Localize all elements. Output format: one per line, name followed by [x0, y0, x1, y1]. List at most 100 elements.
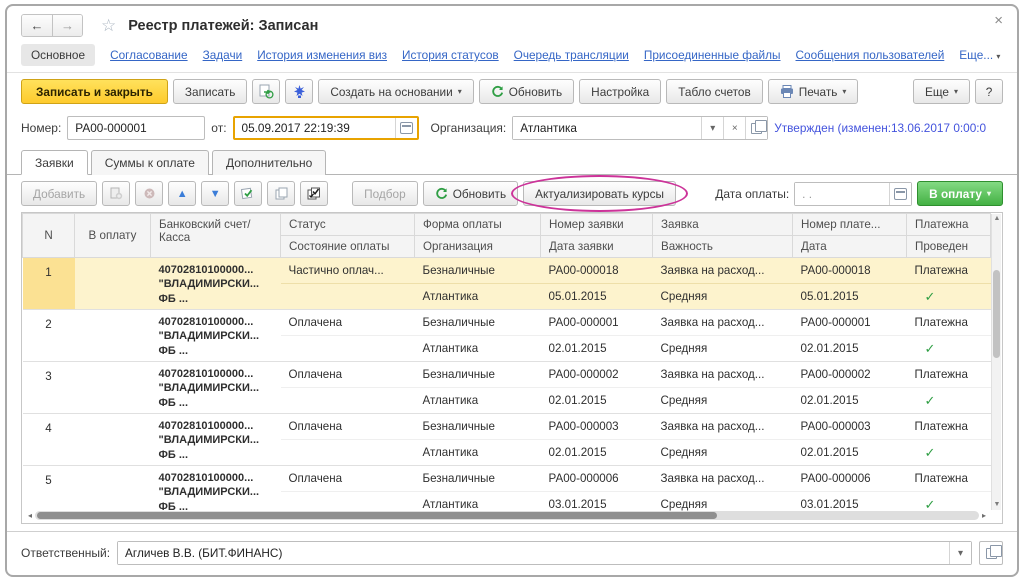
move-down-button[interactable]: ▼	[201, 181, 229, 206]
cell-to-payment[interactable]	[75, 362, 151, 414]
nav-item-main[interactable]: Основное	[21, 44, 95, 66]
cell-request-number[interactable]: РА00-000002	[541, 362, 653, 388]
cell-payment-date[interactable]: 02.01.2015	[793, 388, 907, 414]
responsible-input[interactable]	[118, 542, 949, 564]
scroll-left-icon[interactable]: ◂	[28, 511, 32, 520]
cell-bank-account[interactable]: 40702810100000..."ВЛАДИМИРСКИ...ФБ ...	[151, 310, 281, 362]
approved-status-link[interactable]: Утвержден (изменен:13.06.2017 0:00:0	[774, 121, 1003, 135]
cell-request[interactable]: Заявка на расход...	[653, 414, 793, 440]
grid-refresh-button[interactable]: Обновить	[423, 181, 518, 206]
table-row[interactable]: 340702810100000..."ВЛАДИМИРСКИ...ФБ ...О…	[23, 362, 991, 388]
cell-to-payment[interactable]	[75, 310, 151, 362]
cell-request[interactable]: Заявка на расход...	[653, 258, 793, 284]
cell-payment-state[interactable]	[281, 284, 415, 310]
insert-row-button[interactable]	[102, 181, 130, 206]
highlight-button[interactable]	[285, 79, 313, 104]
save-button[interactable]: Записать	[173, 79, 247, 104]
cell-bank-account[interactable]: 40702810100000..."ВЛАДИМИРСКИ...ФБ ...	[151, 258, 281, 310]
cell-payment-doc[interactable]: Платежна	[907, 258, 991, 284]
update-rates-button[interactable]: Актуализировать курсы	[523, 181, 676, 206]
forward-button[interactable]: →	[52, 15, 82, 36]
cell-status[interactable]: Частично оплач...	[281, 258, 415, 284]
cell-organization[interactable]: Атлантика	[415, 336, 541, 362]
print-button[interactable]: Печать▾	[768, 79, 859, 104]
cell-payment-state[interactable]	[281, 440, 415, 466]
organization-input[interactable]	[513, 117, 701, 139]
close-icon[interactable]: ×	[994, 12, 1003, 29]
column-subheader[interactable]: Состояние оплаты	[281, 236, 415, 258]
cell-payment-form[interactable]: Безналичные	[415, 466, 541, 492]
responsible-open-button[interactable]	[979, 541, 1003, 565]
vertical-scrollbar[interactable]: ▲ ▼	[991, 214, 1001, 510]
cell-request[interactable]: Заявка на расход...	[653, 466, 793, 492]
cell-organization[interactable]: Атлантика	[415, 388, 541, 414]
cell-row-number[interactable]: 1	[23, 258, 75, 310]
favorite-star-icon[interactable]: ☆	[101, 16, 116, 36]
cell-importance[interactable]: Средняя	[653, 284, 793, 310]
create-based-on-button[interactable]: Создать на основании▾	[318, 79, 473, 104]
column-header[interactable]: Номер заявки	[541, 214, 653, 236]
toggle-flags-button[interactable]	[300, 181, 328, 206]
horizontal-scrollbar[interactable]: ◂ ▸	[28, 510, 986, 521]
scroll-up-icon[interactable]: ▲	[992, 214, 1002, 224]
nav-link[interactable]: Сообщения пользователей	[796, 48, 945, 62]
to-payment-button[interactable]: В оплату▾	[917, 181, 1003, 206]
column-header[interactable]: N	[23, 214, 75, 258]
cell-status[interactable]: Оплачена	[281, 466, 415, 492]
table-row[interactable]: 140702810100000..."ВЛАДИМИРСКИ...ФБ ...Ч…	[23, 258, 991, 284]
cell-organization[interactable]: Атлантика	[415, 284, 541, 310]
table-row[interactable]: 240702810100000..."ВЛАДИМИРСКИ...ФБ ...О…	[23, 310, 991, 336]
tab-inactive[interactable]: Суммы к оплате	[91, 150, 209, 175]
pick-button[interactable]: Подбор	[352, 181, 418, 206]
cell-payment-form[interactable]: Безналичные	[415, 258, 541, 284]
cell-payment-date[interactable]: 05.01.2015	[793, 284, 907, 310]
table-row[interactable]: 540702810100000..."ВЛАДИМИРСКИ...ФБ ...О…	[23, 466, 991, 492]
column-header[interactable]: Статус	[281, 214, 415, 236]
cell-row-number[interactable]: 2	[23, 310, 75, 362]
column-header[interactable]: Форма оплаты	[415, 214, 541, 236]
delete-row-button[interactable]	[135, 181, 163, 206]
horizontal-scrollbar-track[interactable]	[35, 511, 979, 520]
cell-payment-number[interactable]: РА00-000002	[793, 362, 907, 388]
calendar-button[interactable]	[395, 118, 417, 138]
post-document-button[interactable]	[252, 79, 280, 104]
cell-payment-date[interactable]: 02.01.2015	[793, 336, 907, 362]
nav-more-button[interactable]: Еще... ▾	[959, 48, 1000, 62]
cell-organization[interactable]: Атлантика	[415, 440, 541, 466]
more-button[interactable]: Еще▾	[913, 79, 970, 104]
pay-date-calendar-button[interactable]	[889, 183, 911, 205]
cell-payment-number[interactable]: РА00-000006	[793, 466, 907, 492]
column-header[interactable]: Банковский счет/ Касса	[151, 214, 281, 258]
cell-payment-doc[interactable]: Платежна	[907, 414, 991, 440]
accounts-board-button[interactable]: Табло счетов	[666, 79, 763, 104]
cell-importance[interactable]: Средняя	[653, 440, 793, 466]
horizontal-scrollbar-thumb[interactable]	[37, 512, 717, 519]
cell-payment-state[interactable]	[281, 336, 415, 362]
cell-request[interactable]: Заявка на расход...	[653, 310, 793, 336]
cell-payment-form[interactable]: Безналичные	[415, 362, 541, 388]
cell-posted-check[interactable]: ✓	[907, 388, 991, 414]
column-subheader[interactable]: Дата заявки	[541, 236, 653, 258]
cell-posted-check[interactable]: ✓	[907, 440, 991, 466]
cell-payment-doc[interactable]: Платежна	[907, 310, 991, 336]
tab-inactive[interactable]: Дополнительно	[212, 150, 326, 175]
copy-rows-button[interactable]	[267, 181, 295, 206]
settings-button[interactable]: Настройка	[579, 79, 661, 104]
table-row[interactable]: 440702810100000..."ВЛАДИМИРСКИ...ФБ ...О…	[23, 414, 991, 440]
column-subheader[interactable]: Проведен	[907, 236, 991, 258]
cell-request-date[interactable]: 02.01.2015	[541, 388, 653, 414]
column-header[interactable]: В оплату	[75, 214, 151, 258]
organization-clear-button[interactable]: ×	[723, 117, 745, 139]
cell-bank-account[interactable]: 40702810100000..."ВЛАДИМИРСКИ...ФБ ...	[151, 414, 281, 466]
cell-payment-form[interactable]: Безналичные	[415, 414, 541, 440]
add-row-button[interactable]: Добавить	[21, 181, 97, 206]
cell-payment-number[interactable]: РА00-000018	[793, 258, 907, 284]
move-up-button[interactable]: ▲	[168, 181, 196, 206]
nav-link[interactable]: История изменения виз	[257, 48, 387, 62]
back-button[interactable]: ←	[22, 15, 52, 36]
pay-date-input[interactable]	[795, 183, 889, 205]
cell-importance[interactable]: Средняя	[653, 388, 793, 414]
cell-payment-state[interactable]	[281, 388, 415, 414]
cell-row-number[interactable]: 4	[23, 414, 75, 466]
help-button[interactable]: ?	[975, 79, 1003, 104]
